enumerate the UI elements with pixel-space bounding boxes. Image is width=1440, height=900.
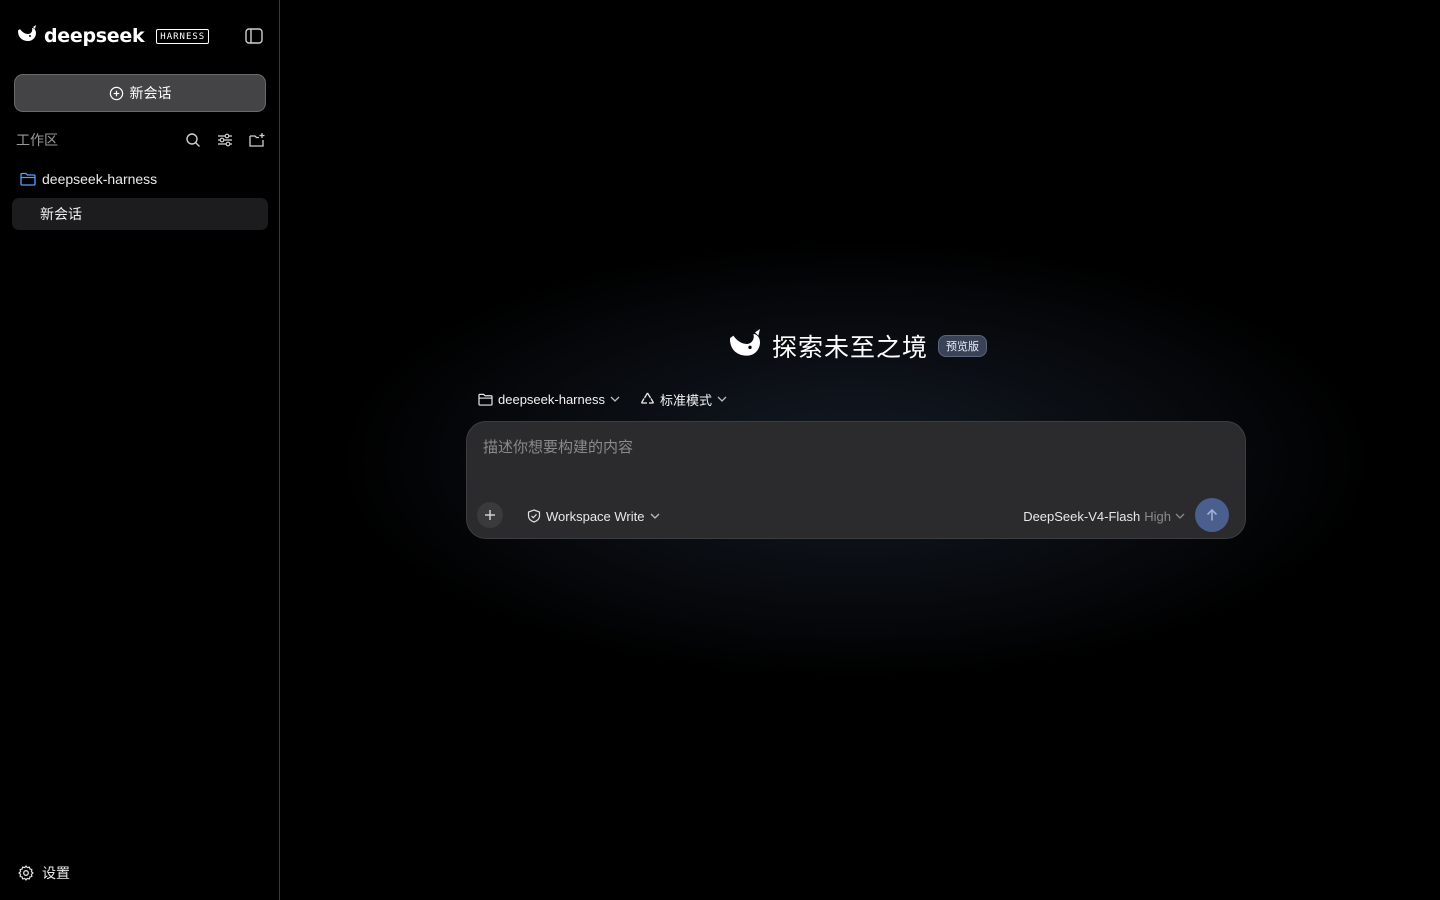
folder-icon <box>20 172 36 186</box>
workspace-label: 工作区 <box>16 132 58 148</box>
new-chat-label: 新会话 <box>129 85 172 101</box>
new-folder-icon <box>248 133 264 147</box>
project-selector[interactable]: deepseek-harness <box>478 392 620 407</box>
project-name: deepseek-harness <box>42 171 158 187</box>
sidebar-toggle-button[interactable] <box>244 27 264 45</box>
brand-logo: deepseek HARNESS <box>16 24 210 48</box>
plus-icon <box>485 510 495 520</box>
project-item[interactable]: deepseek-harness <box>20 168 157 190</box>
model-level: High <box>1144 508 1171 524</box>
chevron-down-icon <box>1175 513 1185 519</box>
plus-circle-icon <box>109 86 123 100</box>
chat-item-label: 新会话 <box>40 206 82 222</box>
hero-title: 探索未至之境 <box>772 334 929 362</box>
composer: Workspace Write DeepSeek-V4-Flash High <box>466 421 1246 539</box>
shield-icon <box>527 509 541 523</box>
chat-list-item[interactable]: 新会话 <box>12 198 268 230</box>
mode-selector-label: 标准模式 <box>659 392 712 408</box>
mode-selector[interactable]: 标准模式 <box>640 390 727 409</box>
permission-label: Workspace Write <box>546 508 645 524</box>
chevron-down-icon <box>650 513 659 519</box>
settings-button[interactable]: 设置 <box>18 862 70 884</box>
filter-button[interactable] <box>216 131 234 149</box>
chevron-down-icon <box>717 396 727 402</box>
settings-label: 设置 <box>42 865 70 881</box>
model-name: DeepSeek-V4-Flash <box>1023 508 1141 524</box>
folder-icon <box>478 393 493 406</box>
whale-logo-icon <box>16 24 38 48</box>
search-button[interactable] <box>184 131 202 149</box>
context-selectors: deepseek-harness 标准模式 <box>478 388 727 410</box>
gear-icon <box>18 865 34 881</box>
attach-button[interactable] <box>477 502 503 528</box>
app-window: deepseek HARNESS 新会话 工作区 deepseek-harnes… <box>0 0 1440 900</box>
search-icon <box>186 133 200 147</box>
chevron-down-icon <box>610 396 620 402</box>
whale-logo-icon <box>726 328 764 364</box>
send-button[interactable] <box>1195 498 1229 532</box>
new-chat-button[interactable]: 新会话 <box>14 74 266 112</box>
filter-icon <box>218 133 232 147</box>
project-selector-label: deepseek-harness <box>498 391 605 407</box>
preview-badge: 预览版 <box>938 335 988 357</box>
brand-wordmark: deepseek <box>44 25 145 47</box>
model-selector[interactable]: DeepSeek-V4-Flash High <box>1023 506 1185 526</box>
brand-tag: HARNESS <box>156 28 210 44</box>
main-panel: 探索未至之境 预览版 deepseek-harness 标准模式 描述你想要构建… <box>281 0 1440 900</box>
prompt-input[interactable] <box>483 436 1223 496</box>
sidebar: deepseek HARNESS 新会话 工作区 deepseek-harnes… <box>0 0 280 900</box>
workspace-header: 工作区 <box>16 128 266 152</box>
sidebar-toggle-icon <box>245 28 263 44</box>
arrow-up-icon <box>1206 508 1218 521</box>
recycle-icon <box>640 392 655 404</box>
new-folder-button[interactable] <box>248 131 266 149</box>
permission-selector[interactable]: Workspace Write <box>527 506 660 526</box>
hero-heading: 探索未至之境 预览版 <box>726 328 988 364</box>
